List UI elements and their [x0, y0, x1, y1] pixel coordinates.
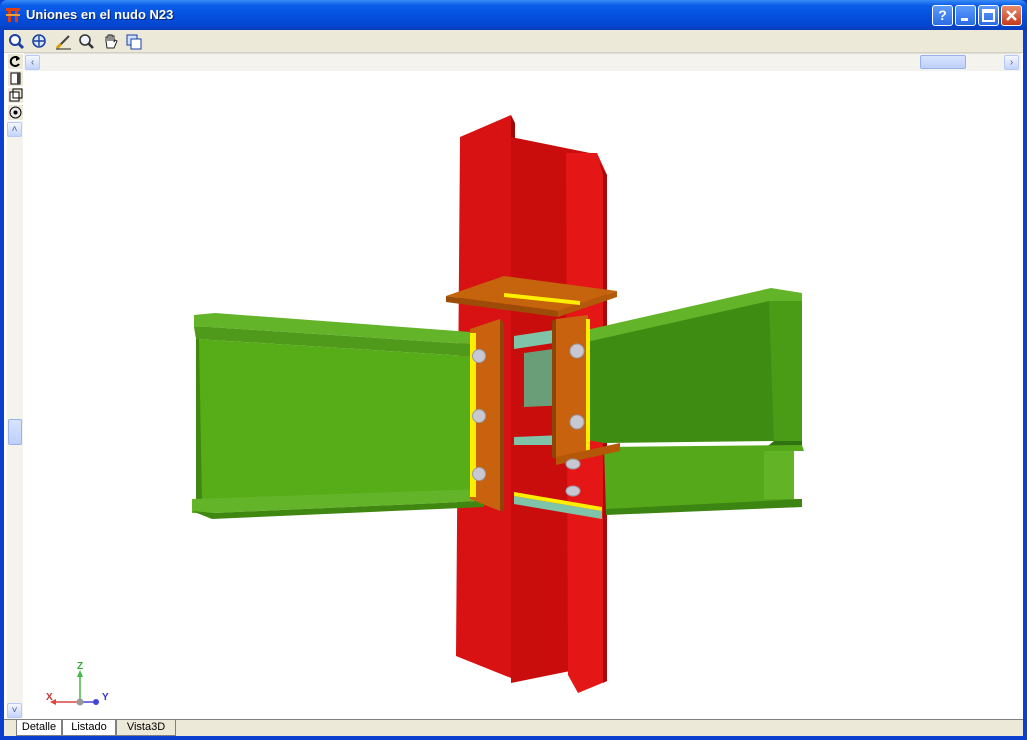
right-beam: [582, 288, 804, 515]
scroll-right-button[interactable]: ›: [1004, 55, 1019, 70]
view-tabs: Detalle Listado Vista3D: [4, 719, 1023, 736]
title-bar[interactable]: Uniones en el nudo N23 ?: [0, 0, 1027, 30]
tab-detalle[interactable]: Detalle: [16, 720, 62, 736]
vertical-scroll-thumb[interactable]: [8, 419, 22, 445]
scroll-up-button[interactable]: ˄: [7, 122, 22, 137]
axis-z-label: Z: [77, 661, 83, 672]
vertical-scrollbar[interactable]: ˄ ˅: [7, 121, 23, 721]
scroll-left-button[interactable]: ‹: [25, 55, 40, 70]
axis-x-label: X: [46, 692, 53, 703]
tab-listado[interactable]: Listado: [62, 720, 116, 736]
copy-view-icon[interactable]: [125, 33, 142, 50]
select-icon[interactable]: [8, 33, 25, 50]
view-3d-icon[interactable]: [8, 105, 23, 120]
axes-indicator: Z X Y: [46, 661, 109, 706]
3d-viewport[interactable]: Z X Y: [24, 71, 1023, 719]
help-button[interactable]: ?: [932, 5, 953, 26]
tab-vista3d[interactable]: Vista3D: [116, 720, 176, 736]
horizontal-scrollbar[interactable]: ‹ ›: [24, 53, 1021, 71]
left-beam: [192, 313, 484, 519]
zoom-extents-icon[interactable]: [31, 33, 48, 50]
maximize-button[interactable]: [978, 5, 999, 26]
zoom-icon[interactable]: [78, 33, 95, 50]
app-window: Uniones en el nudo N23 ? ‹ › ˄ ˅ Z X Y D…: [0, 0, 1027, 740]
view-side-icon[interactable]: [8, 71, 23, 86]
view-front-icon[interactable]: [8, 88, 23, 103]
toolbar: [4, 30, 1023, 53]
pan-icon[interactable]: [102, 33, 119, 50]
close-button[interactable]: [1001, 5, 1022, 26]
axis-y-label: Y: [102, 692, 109, 703]
minimize-button[interactable]: [955, 5, 976, 26]
minimize-icon: [961, 18, 968, 21]
client-area: ‹ › ˄ ˅ Z X Y Detalle Listado Vista3D: [4, 30, 1023, 736]
maximize-icon: [982, 9, 995, 22]
close-icon: [1006, 10, 1017, 21]
joint-3d-view: Z X Y: [46, 115, 804, 706]
measure-icon[interactable]: [55, 33, 72, 50]
horizontal-scroll-thumb[interactable]: [920, 55, 966, 69]
scroll-down-button[interactable]: ˅: [7, 703, 22, 718]
app-icon: [6, 8, 20, 22]
rotate-icon[interactable]: [8, 54, 23, 69]
window-title: Uniones en el nudo N23: [26, 7, 174, 22]
